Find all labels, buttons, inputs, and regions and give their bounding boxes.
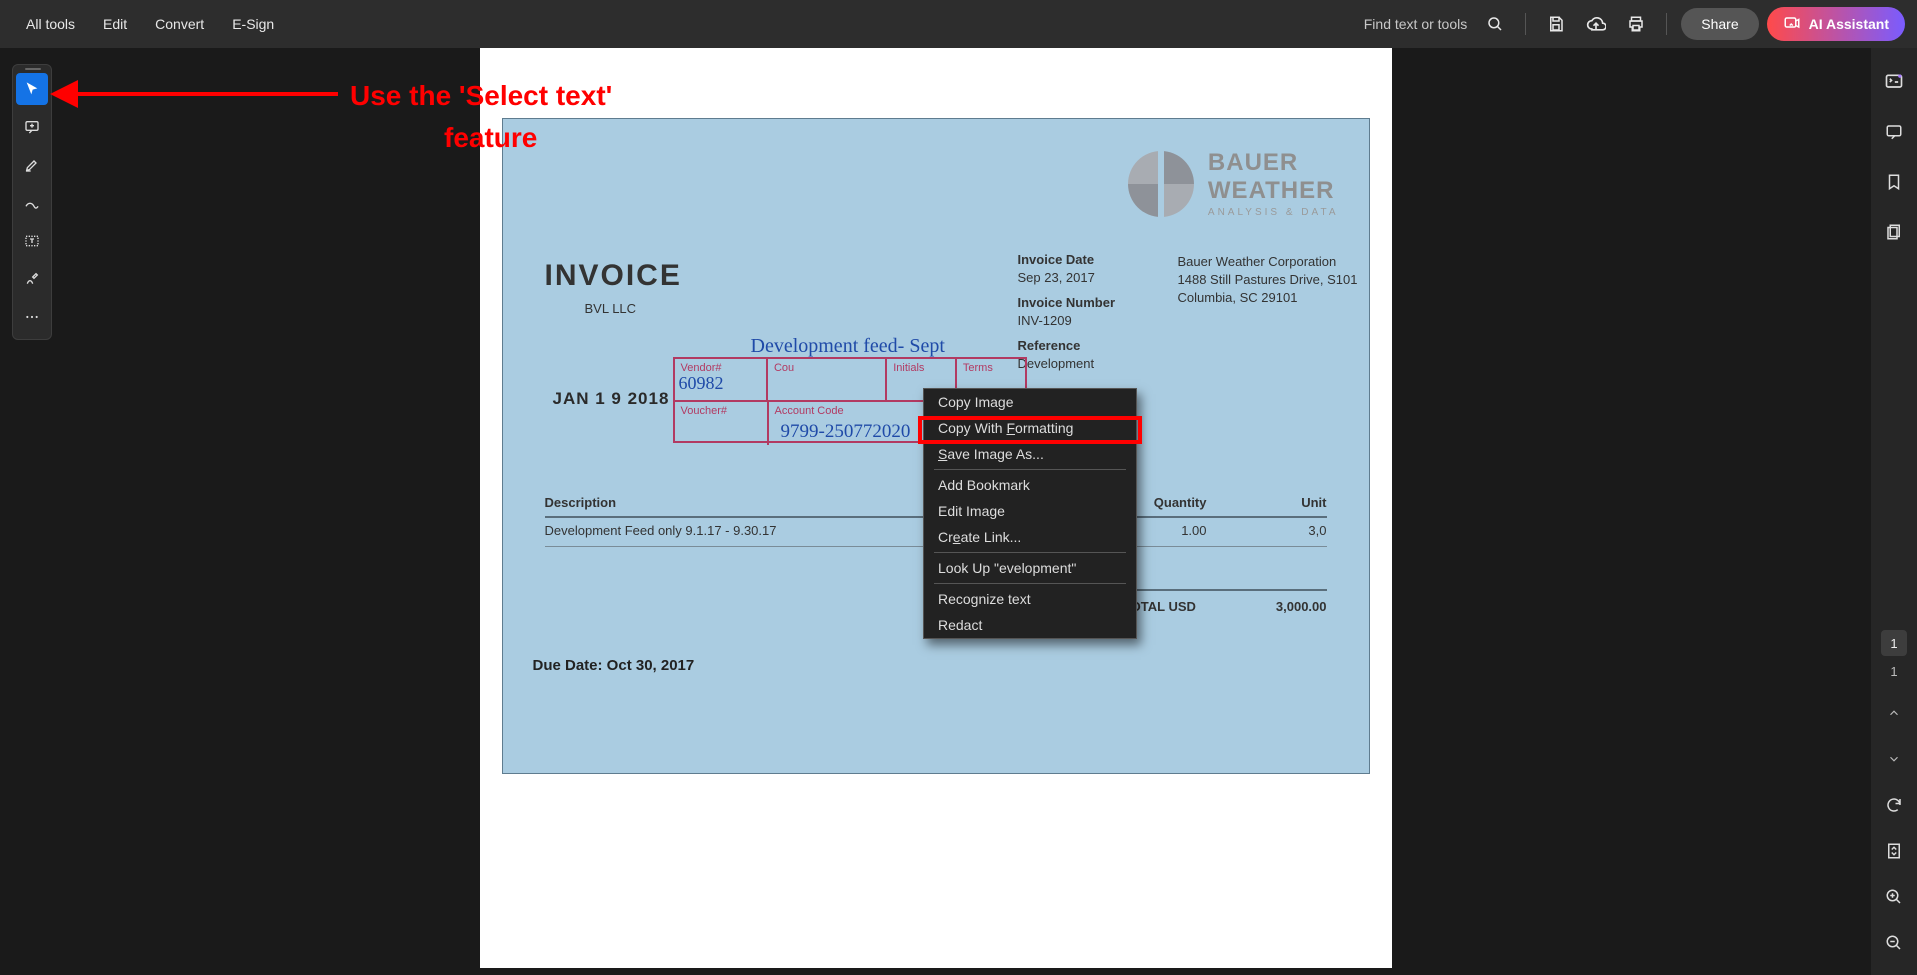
top-toolbar: All tools Edit Convert E-Sign Find text …: [0, 0, 1917, 48]
invoice-date-label: Invoice Date: [1018, 251, 1116, 269]
handwriting-reference: Development feed- Sept: [751, 335, 945, 358]
ai-assistant-label: AI Assistant: [1809, 16, 1889, 32]
zoom-out-icon[interactable]: [1878, 927, 1910, 959]
due-date: Due Date: Oct 30, 2017: [533, 657, 695, 674]
invoice-number-label: Invoice Number: [1018, 294, 1116, 312]
toolbar-divider: [1525, 13, 1526, 35]
ctx-separator: [934, 583, 1126, 584]
menu-edit[interactable]: Edit: [89, 10, 141, 38]
reference-value: Development: [1018, 355, 1116, 373]
handwriting-account-code: 9799-250772020: [781, 421, 911, 443]
annotation-text-line1: Use the 'Select text': [350, 80, 612, 112]
ctx-copy-image[interactable]: Copy Image: [924, 389, 1136, 415]
billed-to: BVL LLC: [585, 301, 637, 316]
logo-name-2: WEATHER: [1208, 177, 1339, 205]
invoice-title: INVOICE: [545, 259, 682, 293]
logo-icon: [1128, 151, 1194, 217]
ctx-separator: [934, 552, 1126, 553]
select-tool[interactable]: [16, 73, 48, 105]
print-icon[interactable]: [1620, 8, 1652, 40]
current-page-badge[interactable]: 1: [1881, 630, 1907, 656]
highlight-tool[interactable]: [16, 149, 48, 181]
stamp-cou-label: Cou: [768, 359, 887, 402]
company-logo: BAUER WEATHER ANALYSIS & DATA: [1128, 149, 1339, 218]
text-box-tool[interactable]: [16, 225, 48, 257]
bookmarks-panel-icon[interactable]: [1878, 166, 1910, 198]
generative-ai-icon[interactable]: [1878, 66, 1910, 98]
annotation-arrow-line: [78, 92, 338, 96]
reference-label: Reference: [1018, 337, 1116, 355]
logo-tagline: ANALYSIS & DATA: [1208, 207, 1339, 218]
page-up-icon[interactable]: [1878, 697, 1910, 729]
more-tools-icon[interactable]: [16, 301, 48, 333]
rotate-icon[interactable]: [1878, 789, 1910, 821]
ctx-look-up[interactable]: Look Up "evelopment": [924, 555, 1136, 581]
invoice-number-value: INV-1209: [1018, 312, 1116, 330]
ctx-redact[interactable]: Redact: [924, 612, 1136, 638]
draw-tool[interactable]: [16, 187, 48, 219]
ctx-save-image-as[interactable]: Save Image As...: [924, 441, 1136, 467]
company-addr2: Columbia, SC 29101: [1178, 289, 1358, 307]
ai-assistant-button[interactable]: AI Assistant: [1767, 7, 1905, 41]
annotation-text-line2: feature: [444, 122, 537, 154]
find-label[interactable]: Find text or tools: [1364, 16, 1468, 32]
company-addr1: 1488 Still Pastures Drive, S101: [1178, 271, 1358, 289]
ctx-edit-image[interactable]: Edit Image: [924, 498, 1136, 524]
ctx-copy-with-formatting[interactable]: Copy With Formatting: [924, 415, 1136, 441]
invoice-meta: Invoice Date Sep 23, 2017 Invoice Number…: [1018, 251, 1116, 380]
ctx-add-bookmark[interactable]: Add Bookmark: [924, 472, 1136, 498]
page-down-icon[interactable]: [1878, 743, 1910, 775]
received-date-stamp: JAN 1 9 2018: [553, 389, 670, 409]
context-menu: Copy Image Copy With Formatting Save Ima…: [923, 388, 1137, 639]
menu-all-tools[interactable]: All tools: [12, 10, 89, 38]
zoom-in-icon[interactable]: [1878, 881, 1910, 913]
logo-name-1: BAUER: [1208, 149, 1339, 177]
comment-tool[interactable]: [16, 111, 48, 143]
search-icon[interactable]: [1479, 8, 1511, 40]
save-icon[interactable]: [1540, 8, 1572, 40]
handwriting-vendor: 60982: [679, 373, 724, 394]
ctx-separator: [934, 469, 1126, 470]
fit-page-icon[interactable]: [1878, 835, 1910, 867]
col-unit-price: Unit: [1207, 495, 1327, 510]
company-address: Bauer Weather Corporation 1488 Still Pas…: [1178, 253, 1358, 308]
company-name: Bauer Weather Corporation: [1178, 253, 1358, 271]
comments-panel-icon[interactable]: [1878, 116, 1910, 148]
top-menu-group: All tools Edit Convert E-Sign: [12, 10, 288, 38]
top-right-group: Find text or tools Share AI Assistant: [1364, 7, 1905, 41]
pages-panel-icon[interactable]: [1878, 216, 1910, 248]
total-pages: 1: [1890, 664, 1897, 679]
fill-sign-tool[interactable]: [16, 263, 48, 295]
toolbar-divider: [1666, 13, 1667, 35]
ctx-recognize-text[interactable]: Recognize text: [924, 586, 1136, 612]
menu-esign[interactable]: E-Sign: [218, 10, 288, 38]
share-button[interactable]: Share: [1681, 8, 1758, 40]
stamp-voucher-label: Voucher#: [675, 402, 769, 445]
right-panel-strip: 1 1: [1871, 48, 1917, 975]
cloud-upload-icon[interactable]: [1580, 8, 1612, 40]
total-value: 3,000.00: [1276, 599, 1327, 614]
ctx-create-link[interactable]: Create Link...: [924, 524, 1136, 550]
annotation-arrow-head: [50, 80, 78, 108]
cell-unit-price: 3,0: [1207, 523, 1327, 538]
invoice-date-value: Sep 23, 2017: [1018, 269, 1116, 287]
menu-convert[interactable]: Convert: [141, 10, 218, 38]
left-tool-strip: [12, 64, 52, 340]
